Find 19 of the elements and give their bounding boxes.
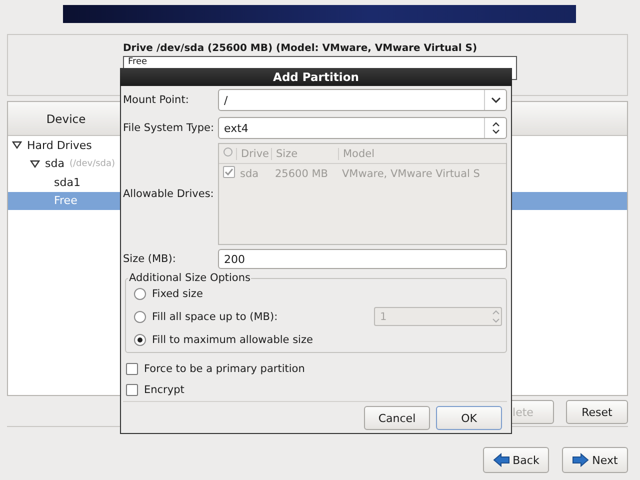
checkbox-label: Force to be a primary partition [144,362,305,374]
field-label: Size (MB): [123,253,177,265]
device-name: Free [54,194,78,208]
option-label: Fill to maximum allowable size [152,334,313,346]
device-name: sda [45,157,64,170]
field-label: File System Type: [123,122,216,134]
drive-title: Drive /dev/sda (25600 MB) (Model: VMware, VMware Virtual S) [123,43,478,54]
device-name: Hard Drives [27,138,92,152]
table-cell-text: VMware, VMware Virtual S [341,168,481,180]
dialog-title: Add Partition [120,68,512,86]
checkbox-label: Encrypt [144,384,184,396]
table-cell-text: 25600 MB [274,168,330,180]
table-cell-text: sda [239,168,260,180]
field-label: Allowable Drives: [123,188,215,200]
option-label: Fixed size [152,288,203,300]
field-label: Mount Point: [123,94,190,106]
group-title: Additional Size Options [128,272,252,284]
option-label: Fill all space up to (MB): [152,310,278,322]
device-path: (/dev/sda) [69,158,116,169]
